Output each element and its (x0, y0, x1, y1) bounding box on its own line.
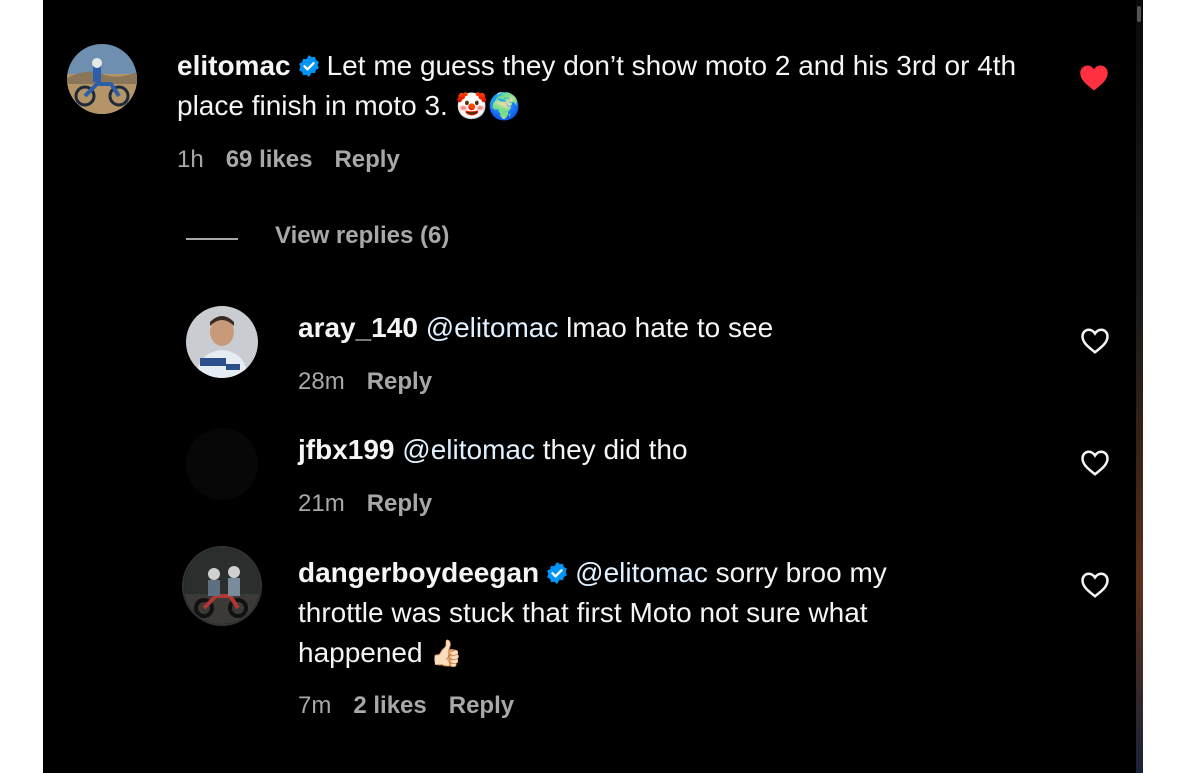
reply-button[interactable]: Reply (449, 692, 514, 719)
comment-meta: 1h 69 likes Reply (177, 146, 422, 174)
reply-button[interactable]: Reply (367, 368, 432, 395)
likes-count[interactable]: 2 likes (353, 692, 426, 719)
reply-text-line1: sorry broo my (715, 557, 887, 588)
window-edge (1136, 0, 1143, 773)
clown-globe-emoji: 🤡🌍 (455, 92, 521, 122)
comment-body: elitomac Let me guess they don’t show mot… (177, 46, 1037, 127)
comment-time: 1h (177, 146, 204, 173)
reply-time: 28m (298, 368, 345, 395)
heart-icon[interactable] (1080, 571, 1110, 599)
reply-meta: 28m Reply (298, 368, 454, 396)
reply-body: dangerboydeegan @elitomac sorry broo my t… (298, 553, 1078, 674)
reply-mention[interactable]: @elitomac (426, 312, 559, 343)
liked-heart-icon[interactable] (1079, 64, 1109, 92)
heart-icon[interactable] (1080, 449, 1110, 477)
reply-time: 7m (298, 692, 332, 719)
reply-mention[interactable]: @elitomac (575, 557, 708, 588)
reply-username[interactable]: jfbx199 (298, 434, 395, 465)
verified-badge-icon (298, 55, 319, 77)
reply-text-line2: throttle was stuck that first Moto not s… (298, 597, 868, 628)
reply-username[interactable]: dangerboydeegan (298, 557, 539, 588)
avatar[interactable] (186, 306, 258, 378)
reply-body: aray_140 @elitomac lmao hate to see (298, 308, 1058, 348)
reply-body: jfbx199 @elitomac they did tho (298, 430, 1058, 470)
reply-meta: 7m 2 likes Reply (298, 692, 536, 720)
reply-text-line3: happened (298, 637, 423, 668)
reply-text: lmao hate to see (566, 312, 774, 343)
reply-button[interactable]: Reply (334, 146, 399, 173)
reply-text: they did tho (542, 434, 688, 465)
reply-time: 21m (298, 490, 345, 517)
verified-badge-icon (547, 562, 568, 584)
comment-username[interactable]: elitomac (177, 50, 291, 81)
view-replies-button[interactable]: View replies (6) (275, 222, 449, 250)
reply-meta: 21m Reply (298, 490, 454, 518)
heart-icon[interactable] (1080, 327, 1110, 355)
scrollbar[interactable] (1137, 6, 1141, 22)
view-replies-divider (186, 238, 238, 240)
avatar[interactable] (182, 546, 262, 626)
likes-count[interactable]: 69 likes (226, 146, 313, 173)
avatar[interactable] (186, 428, 258, 500)
reply-username[interactable]: aray_140 (298, 312, 418, 343)
comments-panel: elitomac Let me guess they don’t show mot… (43, 0, 1143, 773)
avatar[interactable] (67, 44, 137, 114)
reply-button[interactable]: Reply (367, 490, 432, 517)
reply-mention[interactable]: @elitomac (402, 434, 535, 465)
thumbs-up-emoji: 👍🏻 (430, 639, 463, 669)
